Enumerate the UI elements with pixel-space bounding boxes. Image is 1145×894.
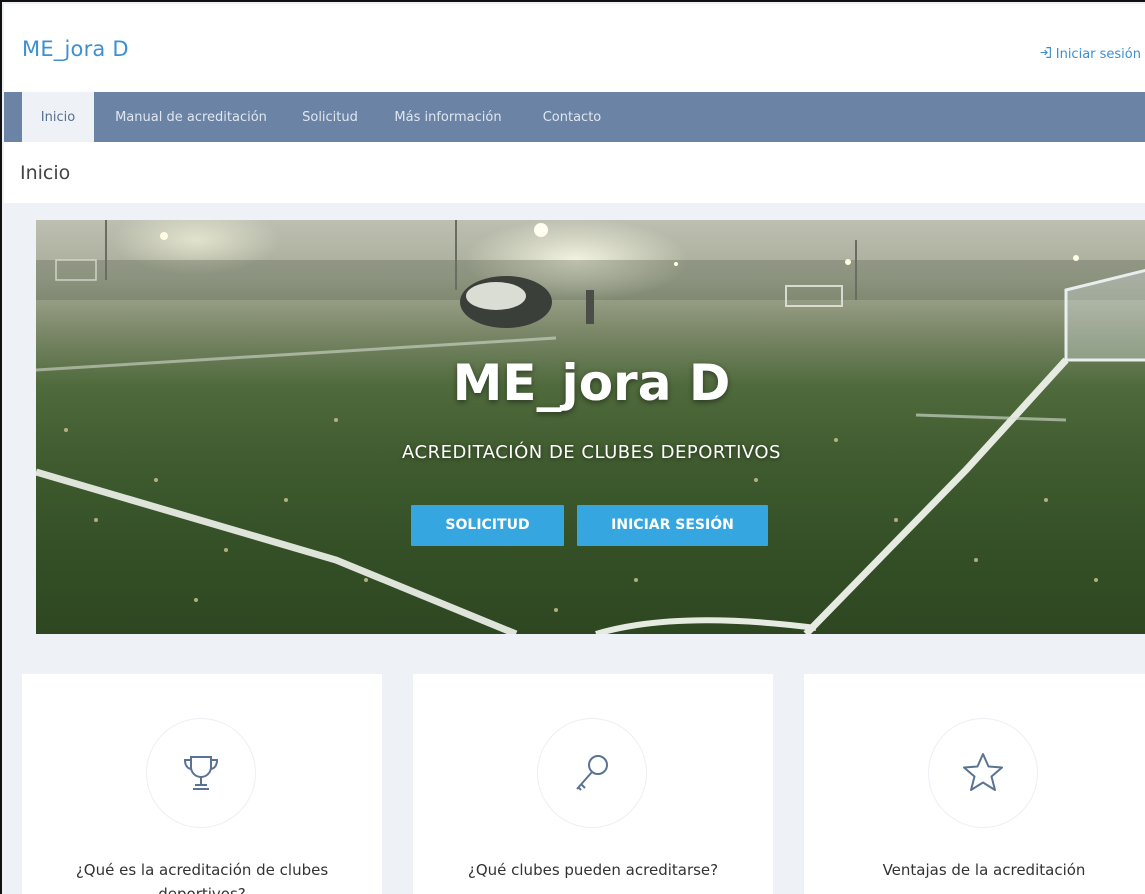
nav-item-solicitud[interactable]: Solicitud [290, 92, 370, 142]
star-icon [963, 753, 1003, 791]
nav-item-inicio[interactable]: Inicio [22, 92, 94, 142]
info-card-que-es[interactable]: ¿Qué es la acreditación de clubes deport… [22, 674, 382, 894]
login-link[interactable]: Iniciar sesión [1039, 46, 1141, 63]
page-title: Inicio [20, 162, 71, 184]
key-icon [576, 755, 608, 791]
page-header: Inicio [4, 142, 1145, 203]
card-icon-circle [537, 718, 647, 828]
solicitud-button[interactable]: SOLICITUD [411, 505, 564, 546]
nav-item-contacto[interactable]: Contacto [528, 92, 616, 142]
nav-item-manual[interactable]: Manual de acreditación [104, 92, 278, 142]
info-card-que-clubes[interactable]: ¿Qué clubes pueden acreditarse? [413, 674, 773, 894]
login-icon [1039, 46, 1052, 63]
hero-subtitle: ACREDITACIÓN DE CLUBES DEPORTIVOS [402, 442, 781, 463]
card-title: ¿Qué es la acreditación de clubes deport… [75, 861, 329, 894]
card-icon-circle [928, 718, 1038, 828]
iniciar-sesion-button[interactable]: INICIAR SESIÓN [577, 505, 768, 546]
main-navbar: Inicio Manual de acreditación Solicitud … [4, 92, 1145, 142]
card-title: ¿Qué clubes pueden acreditarse? [467, 861, 719, 879]
login-link-label: Iniciar sesión [1055, 47, 1141, 62]
info-card-ventajas[interactable]: Ventajas de la acreditación [804, 674, 1145, 894]
nav-item-mas-informacion[interactable]: Más información [382, 92, 514, 142]
hero-title: ME_jora D [452, 354, 731, 412]
browser-frame: ME_jora D Iniciar sesión Inicio Manual d… [0, 0, 1145, 894]
card-title: Ventajas de la acreditación [882, 861, 1086, 879]
card-icon-circle [146, 718, 256, 828]
brand-logo-link[interactable]: ME_jora D [22, 37, 129, 61]
hero-banner: ME_jora D ACREDITACIÓN DE CLUBES DEPORTI… [36, 220, 1145, 634]
top-header: ME_jora D Iniciar sesión [4, 4, 1145, 92]
trophy-icon [183, 756, 219, 790]
hero-background-image [36, 220, 1145, 634]
